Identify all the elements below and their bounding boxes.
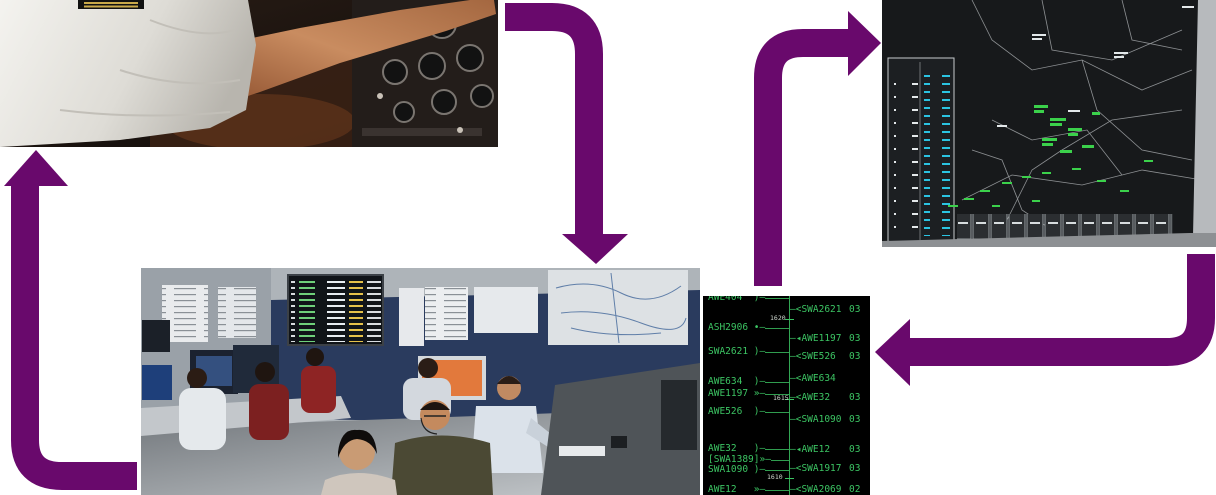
radar-screen-image xyxy=(882,0,1216,247)
entry-marker: )— xyxy=(753,464,766,475)
arrow-strip-to-radar xyxy=(754,11,881,286)
right-flight-code: 02 xyxy=(849,484,861,495)
control-room-photo xyxy=(141,268,700,495)
entry-marker: )— xyxy=(753,296,766,303)
left-flight-entry: SWA2621 )— xyxy=(708,346,789,358)
leader-line xyxy=(765,489,789,491)
entry-marker: »— xyxy=(753,484,766,495)
left-flight-entry: ASH2906 •— xyxy=(708,322,789,334)
leader-line xyxy=(770,459,789,461)
entry-marker: »— xyxy=(753,388,766,399)
flight-timeline-display: 1620 1615 1610 AWE404)— ASH2906 •— SWA262… xyxy=(703,296,870,495)
leader-line xyxy=(765,381,789,383)
wall-display-monitor xyxy=(287,274,384,346)
flight-list-panel xyxy=(887,57,955,244)
callsign: AWE12 xyxy=(708,484,737,495)
entry-marker: )— xyxy=(753,406,766,417)
right-flight-code: 03 xyxy=(849,333,861,344)
cycle-diagram: 1620 1615 1610 AWE404)— ASH2906 •— SWA262… xyxy=(0,0,1216,495)
right-flight-callsign: —<AWE634 xyxy=(790,373,836,384)
callsign: AWE526 xyxy=(708,406,743,417)
arrow-radar-to-strip xyxy=(875,254,1215,386)
left-flight-entry: AWE526 )— xyxy=(708,406,789,418)
callsign: AWE404 xyxy=(708,296,743,303)
leader-line xyxy=(765,327,789,329)
right-flight-callsign: —◂AWE12 xyxy=(790,444,831,455)
arrow-pilot-to-room xyxy=(505,3,628,264)
right-flight-code: 03 xyxy=(849,392,861,403)
right-flight-callsign: —<SWA2069 xyxy=(790,484,842,495)
right-flight-callsign: —<AWE32 xyxy=(790,392,831,403)
right-flight-code: 03 xyxy=(849,444,861,455)
entry-marker: •— xyxy=(753,322,766,333)
timeline-tick xyxy=(785,319,794,320)
right-flight-callsign: —<SWA1917 xyxy=(790,463,842,474)
control-room-image xyxy=(141,268,700,495)
left-flight-entry: AWE1197 »— xyxy=(708,388,789,400)
right-flight-callsign: —<SWE526 xyxy=(790,351,836,362)
right-flight-callsign: —<SWA1090 xyxy=(790,414,842,425)
right-flight-code: 03 xyxy=(849,304,861,315)
pilot-cockpit-image xyxy=(0,0,498,147)
timeline-tick xyxy=(785,478,794,479)
right-flight-code: 03 xyxy=(849,414,861,425)
leader-line xyxy=(765,469,789,471)
pilot-cockpit-photo xyxy=(0,0,498,147)
leader-line xyxy=(765,448,789,450)
callsign: AWE634 xyxy=(708,376,743,387)
left-flight-entry: AWE12 »— xyxy=(708,484,789,495)
leader-line xyxy=(765,351,789,353)
callsign: SWA1090 xyxy=(708,464,749,475)
right-flight-callsign: —<SWA2621 xyxy=(790,304,842,315)
leader-line xyxy=(765,393,789,395)
left-flight-entry: SWA1090 )— xyxy=(708,464,789,476)
left-flight-entry: AWE634 )— xyxy=(708,376,789,388)
entry-marker: )— xyxy=(753,376,766,387)
left-flight-entry: AWE404 )— xyxy=(708,296,789,304)
radar-screen-photo xyxy=(882,0,1216,247)
leader-line xyxy=(765,297,789,299)
arrow-room-to-pilot xyxy=(4,150,137,490)
right-flight-code: 03 xyxy=(849,463,861,474)
callsign: AWE1197 xyxy=(708,388,749,399)
time-label: 1620 xyxy=(770,314,786,322)
right-flight-code: 03 xyxy=(849,351,861,362)
epaulette xyxy=(78,0,144,9)
entry-marker: )— xyxy=(753,346,766,357)
wall-map xyxy=(548,270,688,345)
callsign: ASH2906 xyxy=(708,322,749,333)
leader-line xyxy=(765,411,789,413)
callsign: SWA2621 xyxy=(708,346,749,357)
right-flight-callsign: —◂AWE1197 xyxy=(790,333,842,344)
